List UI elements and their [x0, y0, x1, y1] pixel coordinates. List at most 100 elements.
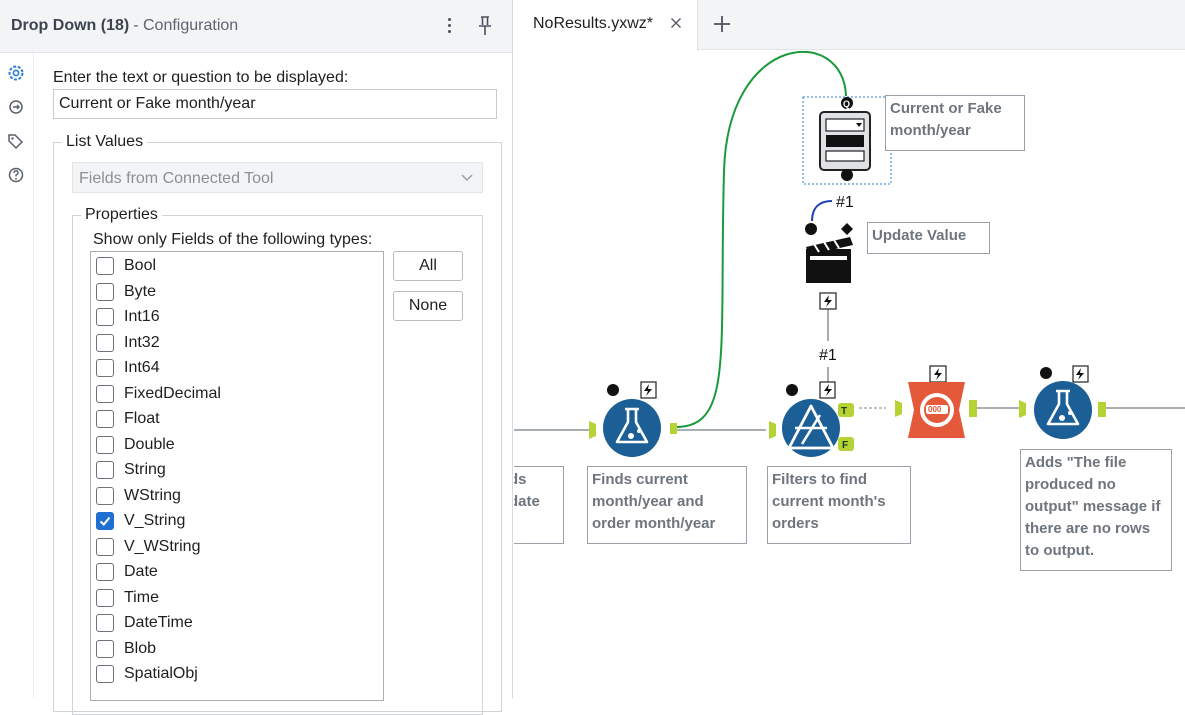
workflow-canvas[interactable]: T F 000 #1 #1 Q Current or Fake month/ye… — [514, 51, 1185, 698]
field-type-checkbox[interactable] — [96, 588, 114, 607]
field-types-list[interactable]: Bool Byte Int16 Int32 Int64 FixedDecimal Float… — [90, 251, 384, 701]
question-anchor-label: Q — [843, 99, 850, 109]
field-type-row[interactable]: Date — [96, 561, 376, 583]
annotation-formula-1: Finds current month/year and order month… — [587, 466, 747, 544]
field-type-checkbox[interactable] — [96, 410, 114, 428]
field-type-label: Int64 — [124, 359, 160, 376]
select-all-button[interactable]: All — [393, 251, 463, 281]
field-type-label: Int32 — [124, 333, 160, 351]
field-type-label: String — [124, 461, 166, 478]
field-type-checkbox[interactable] — [96, 257, 114, 275]
svg-text:000: 000 — [928, 405, 942, 414]
field-type-checkbox[interactable] — [96, 512, 114, 530]
question-connection-blue — [811, 200, 833, 222]
tool-name: Drop Down (18) — [11, 17, 130, 34]
field-type-row[interactable]: String — [96, 459, 376, 481]
field-type-row[interactable]: V_String — [96, 510, 376, 532]
field-type-checkbox[interactable] — [96, 563, 114, 581]
more-options-icon[interactable] — [440, 13, 460, 39]
checkmark-icon — [99, 516, 111, 526]
select-none-button[interactable]: None — [393, 291, 463, 321]
list-source-value: Fields from Connected Tool — [79, 170, 274, 187]
annotation-dropdown: Current or Fake month/year — [885, 95, 1025, 151]
field-type-label: Date — [124, 563, 158, 580]
field-type-label: Int16 — [124, 308, 160, 325]
tab-noresults[interactable]: NoResults.yxwz* — [514, 0, 698, 51]
field-type-row[interactable]: FixedDecimal — [96, 383, 376, 405]
question-input[interactable] — [53, 89, 497, 119]
field-type-checkbox[interactable] — [96, 435, 114, 454]
workflow-diagram: T F 000 #1 #1 Q — [514, 51, 1185, 457]
field-type-row[interactable]: Bool — [96, 255, 376, 277]
tag-icon[interactable] — [5, 130, 27, 152]
field-type-label: Float — [124, 410, 160, 427]
field-type-row[interactable]: SpatialObj — [96, 663, 376, 685]
field-type-row[interactable]: Time — [96, 587, 376, 609]
list-values-legend: List Values — [62, 133, 148, 151]
field-type-label: DateTime — [124, 614, 193, 631]
dropdown-tool[interactable] — [802, 96, 892, 185]
field-type-checkbox[interactable] — [96, 665, 114, 683]
panel-title: Drop Down (18) - Configuration — [11, 17, 238, 35]
field-type-label: Bool — [124, 257, 157, 274]
field-type-row[interactable]: Byte — [96, 281, 376, 303]
field-type-label: Double — [124, 435, 175, 453]
false-anchor-label: F — [842, 440, 848, 451]
close-icon[interactable] — [668, 15, 684, 31]
connection-icon[interactable] — [5, 96, 27, 118]
tab-label: NoResults.yxwz* — [533, 15, 654, 32]
pin-icon[interactable] — [474, 13, 496, 39]
annotation-partial: ds date — [514, 466, 564, 544]
field-type-checkbox[interactable] — [96, 308, 114, 326]
action-tool[interactable] — [805, 223, 853, 310]
field-type-label: SpatialObj — [124, 665, 198, 682]
field-types-label: Show only Fields of the following types: — [93, 231, 373, 248]
field-type-label: WString — [124, 486, 181, 504]
configuration-panel: Drop Down (18) - Configuration Enter the… — [0, 0, 513, 715]
annotation-update-value: Update Value — [867, 222, 990, 254]
help-icon[interactable] — [5, 164, 27, 186]
field-type-row[interactable]: Float — [96, 408, 376, 430]
field-type-label: FixedDecimal — [124, 384, 221, 402]
list-source-select[interactable]: Fields from Connected Tool — [72, 162, 483, 193]
document-tab-bar: NoResults.yxwz* — [514, 0, 1185, 51]
field-type-checkbox[interactable] — [96, 359, 114, 377]
connection-label-lower: #1 — [819, 347, 837, 364]
annotation-formula-2: Adds "The file produced no output" messa… — [1020, 449, 1172, 571]
panel-subtitle: - Configuration — [133, 17, 239, 34]
field-type-row[interactable]: Blob — [96, 638, 376, 660]
field-type-label: V_WString — [124, 537, 201, 555]
field-type-checkbox[interactable] — [96, 282, 114, 301]
field-type-label: Time — [124, 588, 159, 606]
formula-tool-2[interactable] — [1019, 365, 1106, 439]
field-type-row[interactable]: Int64 — [96, 357, 376, 379]
field-type-label: Byte — [124, 282, 157, 300]
question-connection — [675, 51, 847, 428]
configuration-header: Drop Down (18) - Configuration — [0, 0, 512, 53]
field-type-row[interactable]: Double — [96, 434, 376, 456]
filter-tool[interactable]: T F — [769, 381, 854, 457]
field-type-row[interactable]: DateTime — [96, 612, 376, 634]
properties-legend: Properties — [81, 206, 162, 224]
message-tool[interactable]: 000 — [895, 365, 977, 438]
field-type-row[interactable]: WString — [96, 485, 376, 507]
gear-icon[interactable] — [5, 62, 27, 84]
configuration-sidebar — [0, 53, 34, 698]
formula-tool-1[interactable] — [589, 381, 677, 457]
field-type-row[interactable]: V_WString — [96, 536, 376, 558]
field-type-label: Blob — [124, 639, 157, 657]
true-anchor-label: T — [841, 406, 847, 417]
field-type-checkbox[interactable] — [96, 537, 114, 556]
field-type-checkbox[interactable] — [96, 461, 114, 479]
plus-icon[interactable] — [710, 12, 734, 36]
field-type-checkbox[interactable] — [96, 333, 114, 352]
field-type-checkbox[interactable] — [96, 384, 114, 403]
chevron-down-icon — [460, 169, 474, 190]
field-type-checkbox[interactable] — [96, 639, 114, 658]
field-type-label: V_String — [124, 512, 186, 529]
field-type-row[interactable]: Int16 — [96, 306, 376, 328]
question-label: Enter the text or question to be display… — [53, 69, 349, 86]
field-type-row[interactable]: Int32 — [96, 332, 376, 354]
field-type-checkbox[interactable] — [96, 486, 114, 505]
field-type-checkbox[interactable] — [96, 614, 114, 632]
